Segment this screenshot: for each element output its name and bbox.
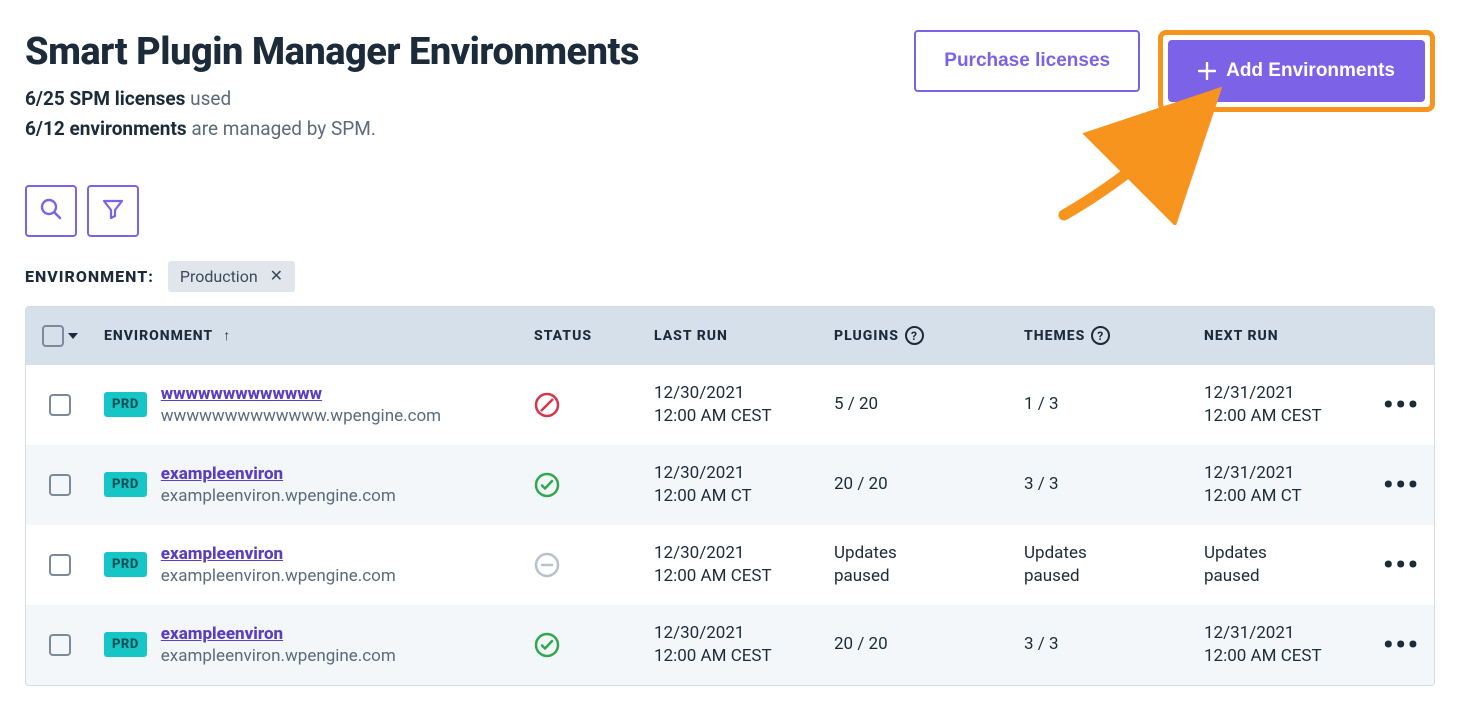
env-badge: PRD bbox=[104, 472, 147, 497]
themes-value: 3 / 3 bbox=[1024, 473, 1059, 496]
next-run-value: Updatespaused bbox=[1204, 542, 1359, 588]
plugins-value: 20 / 20 bbox=[834, 473, 888, 496]
row-actions-menu[interactable]: ••• bbox=[1383, 468, 1420, 501]
status-error-icon bbox=[534, 392, 634, 418]
filter-label: ENVIRONMENT: bbox=[25, 267, 154, 286]
env-badge: PRD bbox=[104, 392, 147, 417]
next-run-value: 12/31/202112:00 AM CEST bbox=[1204, 622, 1359, 668]
last-run-value: 12/30/202112:00 AM CEST bbox=[654, 622, 814, 668]
environments-stat: 6/12 environments are managed by SPM. bbox=[25, 114, 639, 144]
col-plugins[interactable]: PLUGINS ? bbox=[824, 326, 1014, 345]
environment-link[interactable]: exampleenviron bbox=[161, 464, 396, 484]
licenses-count: 6/25 SPM licenses bbox=[25, 87, 185, 110]
next-run-value: 12/31/202112:00 AM CEST bbox=[1204, 382, 1359, 428]
add-environments-label: Add Environments bbox=[1226, 60, 1395, 82]
table-row: PRD wwwwwwwwwwwwwwwwwwwwwwwwww.wpengine.c… bbox=[26, 365, 1434, 445]
search-icon bbox=[39, 197, 63, 225]
close-icon[interactable]: ✕ bbox=[270, 268, 283, 284]
status-ok-icon bbox=[534, 632, 634, 658]
row-actions-menu[interactable]: ••• bbox=[1383, 628, 1420, 661]
select-all-checkbox[interactable] bbox=[42, 325, 64, 347]
last-run-value: 12/30/202112:00 AM CEST bbox=[654, 382, 814, 428]
last-run-value: 12/30/202112:00 AM CEST bbox=[654, 542, 814, 588]
licenses-stat: 6/25 SPM licenses used bbox=[25, 84, 639, 114]
help-icon[interactable]: ? bbox=[905, 326, 924, 345]
themes-value: 1 / 3 bbox=[1024, 393, 1059, 416]
status-ok-icon bbox=[534, 472, 634, 498]
row-checkbox[interactable] bbox=[49, 554, 71, 576]
themes-value: 3 / 3 bbox=[1024, 633, 1059, 656]
purchase-licenses-button[interactable]: Purchase licenses bbox=[914, 30, 1140, 92]
table-row: PRD exampleenvironexampleenviron.wpengine… bbox=[26, 605, 1434, 685]
add-environments-button[interactable]: Add Environments bbox=[1168, 40, 1425, 102]
row-checkbox[interactable] bbox=[49, 474, 71, 496]
col-last-run[interactable]: LAST RUN bbox=[644, 328, 824, 344]
themes-value: Updatespaused bbox=[1024, 542, 1087, 588]
col-themes[interactable]: THEMES ? bbox=[1014, 326, 1194, 345]
table-header: ENVIRONMENT ↑ STATUS LAST RUN PLUGINS ? … bbox=[26, 307, 1434, 365]
col-next-run[interactable]: NEXT RUN bbox=[1194, 328, 1369, 344]
row-actions-menu[interactable]: ••• bbox=[1383, 548, 1420, 581]
plugins-value: 5 / 20 bbox=[834, 393, 878, 416]
add-environments-highlight: Add Environments bbox=[1158, 30, 1435, 112]
next-run-value: 12/31/202112:00 AM CT bbox=[1204, 462, 1359, 508]
caret-down-icon[interactable] bbox=[68, 333, 78, 339]
search-button[interactable] bbox=[25, 185, 77, 237]
plus-icon bbox=[1198, 62, 1216, 80]
environment-link[interactable]: exampleenviron bbox=[161, 624, 396, 644]
col-environment[interactable]: ENVIRONMENT ↑ bbox=[94, 327, 524, 344]
col-status[interactable]: STATUS bbox=[524, 328, 644, 344]
environment-url: exampleenviron.wpengine.com bbox=[161, 566, 396, 586]
table-row: PRD exampleenvironexampleenviron.wpengine… bbox=[26, 525, 1434, 605]
filter-chip-production[interactable]: Production ✕ bbox=[168, 261, 295, 292]
environment-link[interactable]: exampleenviron bbox=[161, 544, 396, 564]
environment-url: exampleenviron.wpengine.com bbox=[161, 646, 396, 666]
sort-asc-icon: ↑ bbox=[223, 327, 231, 344]
environment-url: exampleenviron.wpengine.com bbox=[161, 486, 396, 506]
env-badge: PRD bbox=[104, 632, 147, 657]
filter-chip-label: Production bbox=[180, 267, 258, 286]
environments-count: 6/12 environments bbox=[25, 117, 187, 140]
filter-button[interactable] bbox=[87, 185, 139, 237]
environments-table: ENVIRONMENT ↑ STATUS LAST RUN PLUGINS ? … bbox=[25, 306, 1435, 686]
page-title: Smart Plugin Manager Environments bbox=[25, 30, 639, 74]
plugins-value: Updatespaused bbox=[834, 542, 897, 588]
row-actions-menu[interactable]: ••• bbox=[1383, 388, 1420, 421]
row-checkbox[interactable] bbox=[49, 634, 71, 656]
last-run-value: 12/30/202112:00 AM CT bbox=[654, 462, 814, 508]
table-row: PRD exampleenvironexampleenviron.wpengine… bbox=[26, 445, 1434, 525]
plugins-value: 20 / 20 bbox=[834, 633, 888, 656]
help-icon[interactable]: ? bbox=[1091, 326, 1110, 345]
environment-link[interactable]: wwwwwwwwwwwww bbox=[161, 384, 441, 404]
filter-icon bbox=[101, 197, 125, 225]
row-checkbox[interactable] bbox=[49, 394, 71, 416]
env-badge: PRD bbox=[104, 552, 147, 577]
status-paused-icon bbox=[534, 552, 634, 578]
environment-url: wwwwwwwwwwwww.wpengine.com bbox=[161, 406, 441, 426]
